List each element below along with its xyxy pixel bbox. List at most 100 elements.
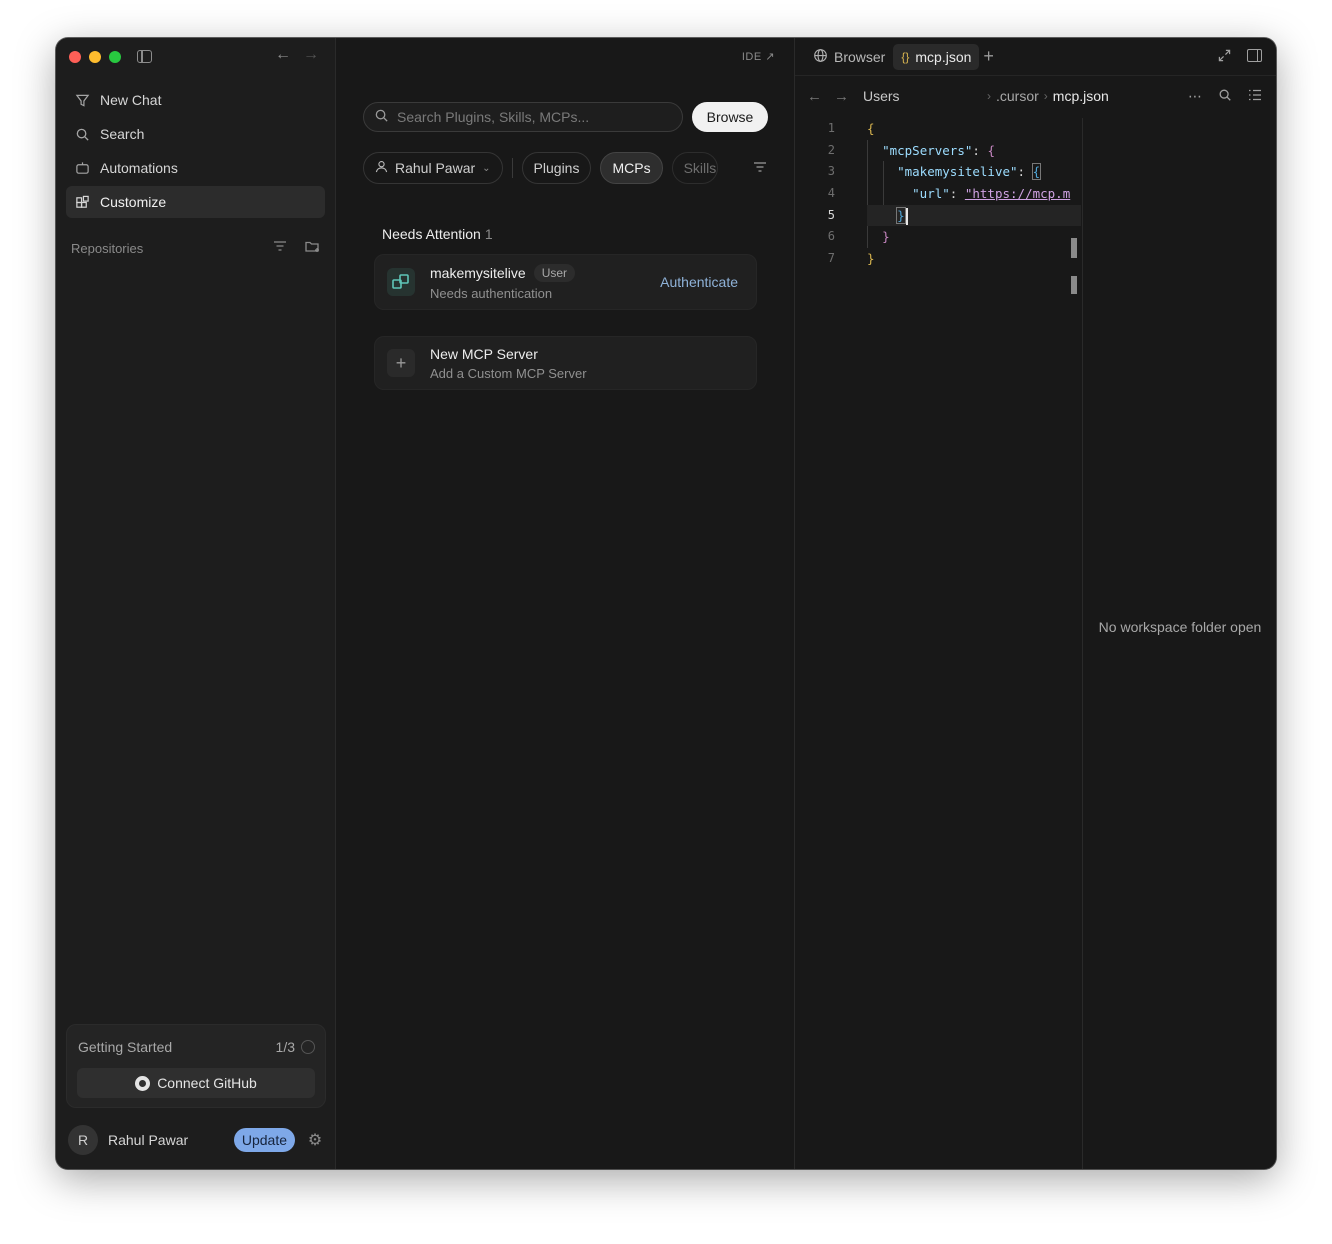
- repositories-header: Repositories: [71, 238, 320, 258]
- code-editor[interactable]: 1 2 3 4 5 6 7 { "mcpServers": { "makemys…: [795, 118, 1083, 1169]
- filter-icon[interactable]: [273, 240, 287, 256]
- code-line: "url": "https://mcp.m: [912, 186, 1071, 202]
- line-number: 7: [827, 251, 835, 266]
- forward-arrow-icon[interactable]: →: [303, 46, 319, 64]
- tab-plugins[interactable]: Plugins: [521, 152, 592, 184]
- getting-started-label: Getting Started: [78, 1039, 173, 1055]
- line-number: 6: [827, 229, 835, 244]
- tab-label: Browser: [834, 48, 886, 65]
- new-tab-icon[interactable]: +: [983, 46, 994, 67]
- getting-started-panel: Getting Started 1/3 Connect GitHub: [66, 1024, 326, 1108]
- new-server-title: New MCP Server: [430, 345, 538, 362]
- line-number: 4: [827, 186, 835, 201]
- line-number: 3: [827, 164, 835, 179]
- sidebar-item-automations[interactable]: Automations: [66, 152, 325, 184]
- sidebar-toggle-icon[interactable]: [137, 50, 152, 63]
- needs-attention-title: Needs Attention: [382, 226, 481, 242]
- mcp-server-status: Needs authentication: [430, 285, 553, 301]
- github-icon: [135, 1075, 151, 1091]
- user-bar: R Rahul Pawar Update ⚙: [68, 1125, 323, 1155]
- code-content[interactable]: { "mcpServers": { "makemysitelive": { "u…: [867, 118, 1081, 270]
- search-icon: [74, 126, 90, 142]
- new-mcp-server-card[interactable]: + New MCP Server Add a Custom MCP Server: [374, 336, 757, 390]
- code-line: }: [867, 251, 875, 267]
- line-number: 2: [827, 142, 835, 157]
- chevron-right-icon: ›: [1043, 89, 1048, 103]
- avatar[interactable]: R: [68, 1125, 98, 1155]
- sidebar-item-label: New Chat: [100, 92, 162, 108]
- history-nav: ← →: [275, 46, 319, 64]
- search-field[interactable]: [363, 102, 683, 132]
- search-input[interactable]: [397, 109, 667, 125]
- editor-pane: Browser {} mcp.json + ← → Users › .curso…: [794, 38, 1276, 1169]
- chevron-down-icon: ⌄: [482, 162, 491, 174]
- scrollbar-marker[interactable]: [1071, 276, 1077, 294]
- minimize-window-button[interactable]: [89, 51, 101, 63]
- user-name[interactable]: Rahul Pawar: [108, 1132, 188, 1148]
- sidebar: ← → New Chat Search Automations Customiz…: [56, 38, 336, 1169]
- search-icon[interactable]: [1218, 88, 1232, 105]
- app-window: ← → New Chat Search Automations Customiz…: [56, 38, 1276, 1169]
- mcp-server-name: makemysitelive: [430, 264, 526, 281]
- code-line: "mcpServers": {: [882, 142, 995, 158]
- forward-arrow-icon[interactable]: →: [834, 88, 849, 105]
- sidebar-item-search[interactable]: Search: [66, 118, 325, 150]
- sidebar-item-new-chat[interactable]: New Chat: [66, 84, 325, 116]
- scope-badge: User: [533, 263, 576, 282]
- tab-browser[interactable]: Browser: [805, 44, 893, 70]
- json-file-icon: {}: [901, 49, 910, 64]
- authenticate-button[interactable]: Authenticate: [660, 274, 738, 290]
- code-line: {: [867, 121, 875, 136]
- zoom-window-button[interactable]: [109, 51, 121, 63]
- mcp-server-card[interactable]: makemysitelive User Needs authentication…: [374, 254, 757, 310]
- add-folder-icon[interactable]: [305, 240, 320, 256]
- connect-github-button[interactable]: Connect GitHub: [77, 1068, 315, 1098]
- scrollbar-marker[interactable]: [1071, 238, 1077, 258]
- new-server-subtitle: Add a Custom MCP Server: [430, 365, 587, 381]
- plus-icon: +: [387, 349, 415, 377]
- progress-ring-icon: [301, 1040, 315, 1054]
- customize-icon: [74, 194, 90, 210]
- user-scope-dropdown[interactable]: Rahul Pawar ⌄: [363, 152, 503, 184]
- needs-attention-header: Needs Attention 1: [382, 226, 493, 242]
- mcp-server-logo-icon: [387, 268, 415, 296]
- settings-gear-icon[interactable]: ⚙: [307, 1130, 323, 1150]
- text-cursor: [905, 207, 908, 225]
- more-options-icon[interactable]: ⋯: [1188, 88, 1202, 105]
- filter-chips: Rahul Pawar ⌄ Plugins MCPs Skills: [363, 152, 767, 184]
- toggle-panel-icon[interactable]: [1247, 48, 1262, 62]
- tab-mcp-json[interactable]: {} mcp.json: [893, 43, 980, 70]
- breadcrumb: ← → Users › .cursor › mcp.json ⋯: [795, 78, 1276, 114]
- expand-icon[interactable]: [1218, 49, 1231, 65]
- automations-icon: [74, 160, 90, 176]
- close-window-button[interactable]: [69, 51, 81, 63]
- browse-button[interactable]: Browse: [692, 102, 768, 132]
- window-controls: [69, 51, 121, 63]
- update-button[interactable]: Update: [233, 1128, 295, 1152]
- back-arrow-icon[interactable]: ←: [807, 88, 822, 105]
- outline-list-icon[interactable]: [1248, 88, 1262, 105]
- code-line: "makemysitelive": {: [897, 163, 1042, 181]
- search-icon: [374, 108, 389, 126]
- sidebar-item-customize[interactable]: Customize: [66, 186, 325, 218]
- code-line: }: [882, 229, 890, 245]
- empty-workspace-message: No workspace folder open: [1098, 618, 1262, 635]
- line-number: 5: [827, 207, 835, 222]
- line-number: 1: [827, 121, 835, 135]
- breadcrumb-root[interactable]: Users: [863, 88, 900, 104]
- customize-pane: IDE ↗ Browse Rahul Pawar ⌄ Plugins MCPs …: [337, 38, 794, 1169]
- globe-icon: [813, 48, 828, 66]
- sidebar-item-label: Customize: [100, 194, 167, 210]
- tab-skills[interactable]: Skills: [671, 152, 718, 184]
- tab-mcps[interactable]: MCPs: [600, 152, 663, 184]
- tab-label: mcp.json: [915, 48, 972, 65]
- back-arrow-icon[interactable]: ←: [275, 46, 291, 64]
- line-number-gutter: 1 2 3 4 5 6 7: [795, 118, 839, 270]
- open-ide-link[interactable]: IDE ↗: [742, 50, 775, 63]
- filter-icon[interactable]: [753, 160, 767, 176]
- breadcrumb-file[interactable]: mcp.json: [1053, 88, 1109, 104]
- chip-divider: [511, 158, 513, 178]
- breadcrumb-folder[interactable]: .cursor: [996, 88, 1039, 104]
- user-icon: [375, 160, 388, 176]
- sidebar-item-label: Automations: [100, 160, 178, 176]
